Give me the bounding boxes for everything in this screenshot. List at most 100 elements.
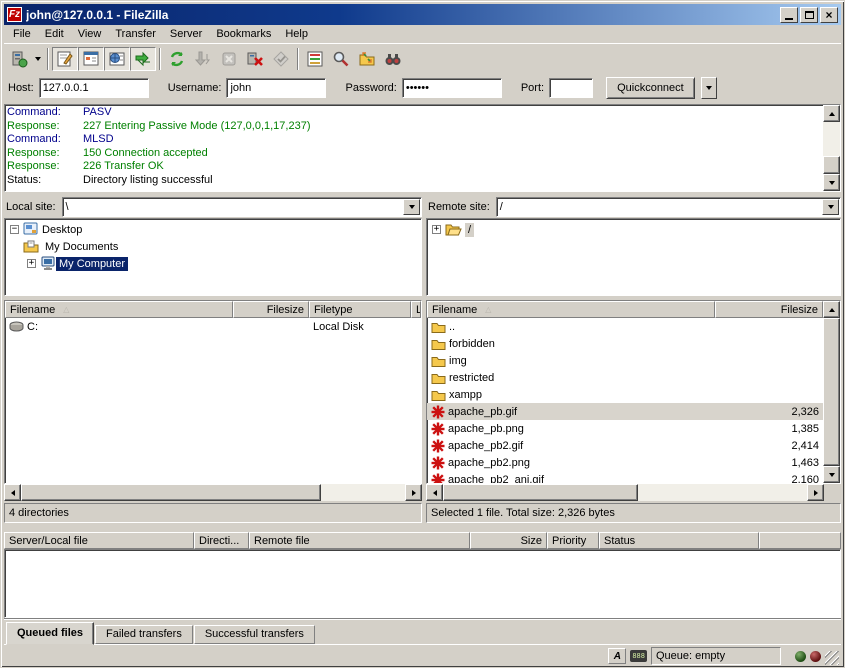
scroll-thumb[interactable] (443, 484, 638, 501)
list-item-file[interactable]: apache_pb2.png 1,463 (427, 454, 823, 471)
tree-item-my-documents[interactable]: My Documents (6, 238, 420, 255)
scroll-left-button[interactable] (426, 484, 443, 501)
transfer-type-indicator-icon[interactable]: A (608, 648, 626, 664)
tree-item-root[interactable]: + / (428, 221, 839, 238)
site-manager-button[interactable] (6, 47, 32, 71)
host-input[interactable] (39, 78, 149, 98)
list-item-file[interactable]: apache_pb.png 1,385 (427, 420, 823, 437)
site-manager-icon (10, 50, 28, 68)
password-input[interactable] (402, 78, 502, 98)
scroll-thumb[interactable] (21, 484, 321, 501)
list-item-folder[interactable]: img (427, 352, 823, 369)
menu-file[interactable]: File (6, 26, 38, 42)
local-tree-icon (82, 50, 100, 68)
tree-item-label: Desktop (39, 223, 85, 237)
scroll-up-button[interactable] (823, 105, 840, 122)
chevron-down-icon (828, 205, 834, 209)
list-item-folder[interactable]: xampp (427, 386, 823, 403)
column-header-remote-file[interactable]: Remote file (249, 532, 470, 549)
image-file-icon (431, 456, 445, 470)
username-input[interactable] (226, 78, 326, 98)
column-header-last-modified[interactable]: L (411, 301, 421, 318)
scroll-track[interactable] (823, 122, 840, 156)
list-item-file-selected[interactable]: apache_pb.gif 2,326 (427, 403, 823, 420)
arrow-left-icon (11, 490, 15, 496)
column-header-server-local-file[interactable]: Server/Local file (4, 532, 194, 549)
cancel-button[interactable] (216, 47, 242, 71)
list-item-drive-c[interactable]: C: Local Disk (5, 318, 421, 335)
tab-failed-transfers[interactable]: Failed transfers (95, 625, 193, 644)
title-bar[interactable]: Fz john@127.0.0.1 - FileZilla × (4, 4, 841, 25)
menu-server[interactable]: Server (163, 26, 209, 42)
column-header-priority[interactable]: Priority (547, 532, 599, 549)
scroll-right-button[interactable] (405, 484, 422, 501)
tab-queued-files[interactable]: Queued files (6, 622, 94, 645)
column-header-filesize[interactable]: Filesize (715, 301, 823, 318)
close-button[interactable]: × (820, 7, 838, 23)
column-header-filetype[interactable]: Filetype (309, 301, 411, 318)
column-header-filename[interactable]: Filename△ (5, 301, 233, 318)
tab-successful-transfers[interactable]: Successful transfers (194, 625, 315, 644)
filter-button[interactable] (302, 47, 328, 71)
column-header-filename[interactable]: Filename△ (427, 301, 715, 318)
toggle-message-log-button[interactable] (52, 47, 78, 71)
menu-view[interactable]: View (71, 26, 109, 42)
quickconnect-button[interactable]: Quickconnect (606, 77, 695, 99)
menu-transfer[interactable]: Transfer (108, 26, 163, 42)
scroll-thumb[interactable] (823, 318, 840, 466)
list-item-file[interactable]: apache_pb2.gif 2,414 (427, 437, 823, 454)
remote-site-dropdown[interactable] (822, 199, 839, 215)
directory-comparison-button[interactable] (354, 47, 380, 71)
remote-site-combobox[interactable]: / (496, 197, 841, 217)
disconnect-button[interactable] (242, 47, 268, 71)
collapse-icon[interactable]: − (10, 225, 19, 234)
tree-item-desktop[interactable]: − Desktop (6, 221, 420, 238)
site-manager-dropdown[interactable] (32, 47, 44, 71)
list-item-folder[interactable]: .. (427, 318, 823, 335)
quickconnect-dropdown[interactable] (701, 77, 717, 99)
menu-help[interactable]: Help (278, 26, 315, 42)
maximize-button[interactable] (800, 7, 818, 23)
scroll-down-button[interactable] (823, 174, 840, 191)
expand-icon[interactable]: + (27, 259, 36, 268)
scroll-thumb[interactable] (823, 156, 840, 174)
scroll-down-button[interactable] (823, 466, 840, 483)
remote-horizontal-scrollbar[interactable] (426, 484, 824, 501)
toggle-remote-tree-button[interactable] (104, 47, 130, 71)
speed-limits-icon[interactable]: 888 (630, 650, 647, 662)
minimize-button[interactable] (780, 7, 798, 23)
folder-icon (431, 389, 446, 401)
tree-item-my-computer[interactable]: + My Computer (6, 255, 420, 272)
column-header-status[interactable]: Status (599, 532, 759, 549)
resize-grip[interactable] (825, 651, 839, 665)
scroll-track[interactable] (638, 484, 807, 501)
column-header-direction[interactable]: Directi... (194, 532, 249, 549)
remote-vertical-scrollbar[interactable] (823, 301, 840, 483)
list-item-file[interactable]: apache_pb2_ani.gif 2,160 (427, 471, 823, 483)
refresh-button[interactable] (164, 47, 190, 71)
scroll-left-button[interactable] (4, 484, 21, 501)
menu-bookmarks[interactable]: Bookmarks (209, 26, 278, 42)
menu-edit[interactable]: Edit (38, 26, 71, 42)
toggle-queue-button[interactable] (130, 47, 156, 71)
list-item-folder[interactable]: restricted (427, 369, 823, 386)
reconnect-button[interactable] (268, 47, 294, 71)
process-queue-button[interactable] (190, 47, 216, 71)
queue-body[interactable] (4, 549, 841, 618)
synchronized-browsing-button[interactable] (380, 47, 406, 71)
scroll-up-button[interactable] (823, 301, 840, 318)
find-files-button[interactable] (328, 47, 354, 71)
column-header-filesize[interactable]: Filesize (233, 301, 309, 318)
local-horizontal-scrollbar[interactable] (4, 484, 422, 501)
expand-icon[interactable]: + (432, 225, 441, 234)
list-item-folder[interactable]: forbidden (427, 335, 823, 352)
transfer-queue-icon (134, 50, 152, 68)
local-site-combobox[interactable]: \ (62, 197, 422, 217)
toggle-local-tree-button[interactable] (78, 47, 104, 71)
port-input[interactable] (549, 78, 593, 98)
scroll-right-button[interactable] (807, 484, 824, 501)
local-site-dropdown[interactable] (403, 199, 420, 215)
column-header-size[interactable]: Size (470, 532, 547, 549)
log-scrollbar[interactable] (823, 105, 840, 191)
scroll-track[interactable] (321, 484, 405, 501)
